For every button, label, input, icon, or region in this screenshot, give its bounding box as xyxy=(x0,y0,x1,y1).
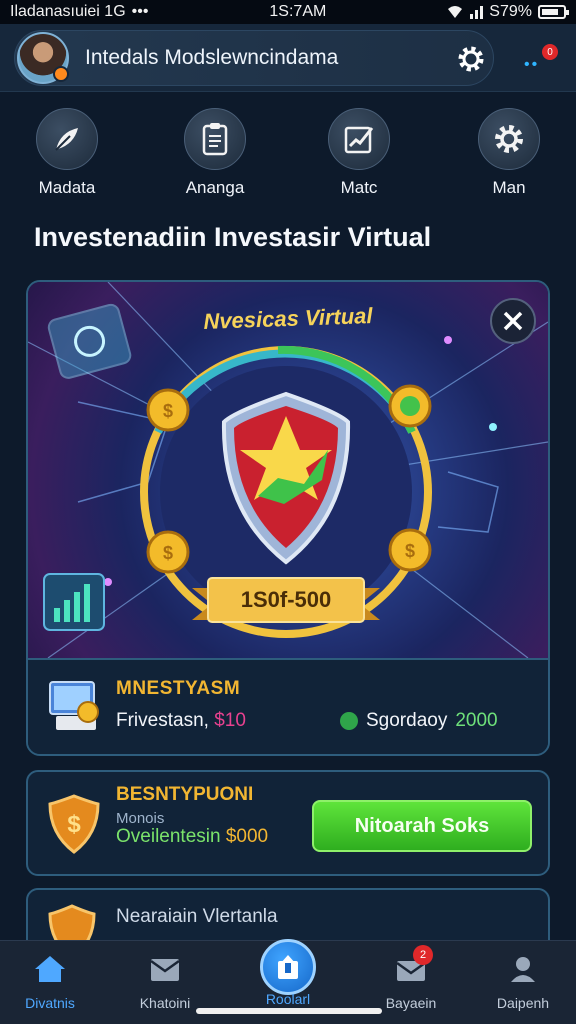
balance-value: 2000 xyxy=(455,710,498,731)
nav-item-bayaein[interactable]: 2 Bayaein xyxy=(356,945,466,1011)
investment-amount: Frivestasn, $10 xyxy=(116,710,246,732)
status-right: S79% xyxy=(447,3,569,21)
user-icon xyxy=(511,957,535,982)
signal-icon xyxy=(470,6,484,19)
notification-badge: 0 xyxy=(542,44,558,60)
nav-badge: 2 xyxy=(413,945,433,965)
status-dot-icon xyxy=(340,712,358,730)
notification-button[interactable]: •• 0 xyxy=(522,44,558,74)
upload-icon xyxy=(278,955,298,979)
profile-pill[interactable]: Intedals Modslewncindama xyxy=(14,30,494,86)
nav-label: Daipenh xyxy=(496,995,550,1011)
nav-icon-wrap xyxy=(30,951,70,987)
svg-text:$: $ xyxy=(67,811,81,838)
status-dots: ••• xyxy=(131,3,149,20)
quick-action-label: Man xyxy=(492,178,526,197)
nav-item-daipenh[interactable]: Daipenh xyxy=(468,951,576,1011)
nav-label: Roolarl xyxy=(265,991,311,1007)
status-left: Iladanasıuiei 1G ••• xyxy=(10,3,148,21)
offer-subtitle: Monois xyxy=(116,810,165,827)
nav-icon-wrap: 2 xyxy=(391,945,433,987)
clipboard-icon xyxy=(202,123,228,156)
mail-icon xyxy=(150,959,180,981)
carrier-text: Iladanasıuiei 1G xyxy=(10,3,126,20)
home-indicator[interactable] xyxy=(196,1008,382,1014)
quick-action-madata[interactable]: Madata xyxy=(17,108,117,198)
home-icon xyxy=(35,956,65,982)
quick-action-circle xyxy=(36,108,98,170)
chart-pen-icon xyxy=(344,126,374,154)
money-computer-icon xyxy=(49,681,99,730)
quick-action-ananga[interactable]: Ananga xyxy=(165,108,265,198)
offer-detail-label: Oveilentesin xyxy=(116,826,221,847)
section-title: Investenadiin Investasir Virtual xyxy=(34,222,432,252)
hero-ribbon-text: 1S0f-500 xyxy=(240,587,332,612)
gear-icon xyxy=(495,125,523,153)
status-center: 1S:7AM xyxy=(269,3,326,21)
quick-action-matc[interactable]: Matc xyxy=(309,108,409,198)
svg-text:$: $ xyxy=(163,543,173,563)
partial-card-title: Nearaiain Vlertanla xyxy=(116,906,278,927)
balance-amount: Sgordaoy 2000 xyxy=(340,710,498,732)
profile-name: Intedals Modslewncindama xyxy=(85,46,339,69)
avatar[interactable] xyxy=(17,32,69,84)
quick-action-label: Ananga xyxy=(185,178,245,197)
avatar-status-badge xyxy=(53,66,69,82)
nav-item-khatoini[interactable]: Khatoini xyxy=(110,951,220,1011)
battery-icon xyxy=(537,5,569,19)
svg-text:$: $ xyxy=(405,541,415,561)
investment-value: $10 xyxy=(214,710,246,731)
battery-text: S79% xyxy=(489,3,532,20)
quick-action-circle xyxy=(478,108,540,170)
close-icon xyxy=(503,311,523,331)
shield-dollar-icon: $ xyxy=(48,794,100,854)
app-header: Intedals Modslewncindama •• 0 xyxy=(0,24,576,92)
nav-item-divatnis[interactable]: Divatnis xyxy=(0,951,105,1011)
hero-info-title: MNESTYASM xyxy=(116,678,241,699)
quick-action-label: Matc xyxy=(340,178,378,197)
investment-label: Frivestasn, xyxy=(116,710,209,731)
nav-icon-wrap xyxy=(145,951,185,987)
growth-chart-tile xyxy=(43,573,105,631)
wifi-icon xyxy=(448,6,463,18)
offer-detail-amount: $000 xyxy=(225,826,269,847)
nav-icon-wrap xyxy=(503,951,543,987)
settings-button[interactable] xyxy=(455,43,487,75)
quick-action-circle xyxy=(184,108,246,170)
nav-item-roolarl[interactable] xyxy=(260,939,316,995)
hero-illustration: $ $ $ Nvesicas Virtual 1S0f-500 xyxy=(28,282,548,659)
offer-detail: Oveilentesin $000 xyxy=(116,826,268,848)
close-button[interactable] xyxy=(490,298,536,344)
hologram-tile xyxy=(47,303,132,379)
balance-label: Sgordaoy xyxy=(366,710,448,731)
start-investing-button[interactable]: Nitoarah Soks xyxy=(312,800,532,852)
hero-info-panel: MNESTYASM Frivestasn, $10 Sgordaoy 2000 xyxy=(28,658,548,754)
clock-text: 1S:7AM xyxy=(269,3,327,20)
status-bar: Iladanasıuiei 1G ••• 1S:7AM S79% xyxy=(0,0,576,24)
offer-card: $ BESNTYPUONI Monois Oveilentesin $000 N… xyxy=(26,770,550,876)
nav-label: Divatnis xyxy=(25,995,75,1011)
quick-action-man[interactable]: Man xyxy=(459,108,559,198)
feather-icon xyxy=(55,128,78,151)
gear-icon xyxy=(458,46,484,72)
notification-dots-icon: •• xyxy=(524,56,540,73)
quick-action-circle xyxy=(328,108,390,170)
quick-actions: Madata Ananga Matc Man xyxy=(0,108,576,208)
svg-text:$: $ xyxy=(163,401,173,421)
quick-action-label: Madata xyxy=(38,178,96,197)
offer-title: BESNTYPUONI xyxy=(116,784,254,805)
virtual-investment-card[interactable]: $ $ $ Nvesicas Virtual 1S0f-500 MNESTYAS… xyxy=(26,280,550,756)
